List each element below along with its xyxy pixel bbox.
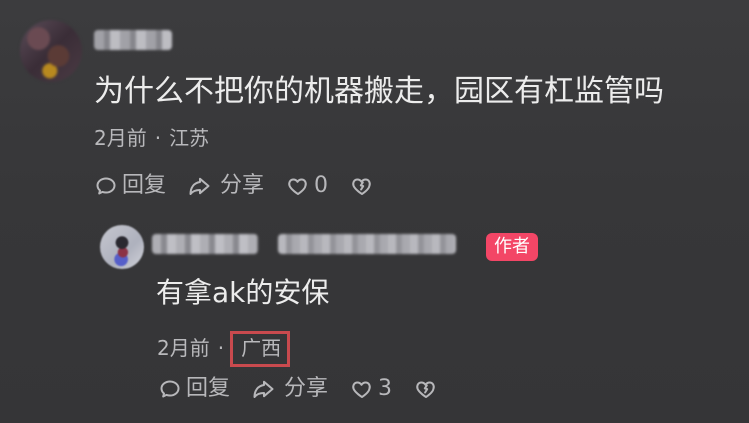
reply-share-button[interactable]: 分享 bbox=[252, 375, 328, 403]
reply-name-blurred-part-1[interactable] bbox=[152, 234, 258, 254]
reply-reply-button[interactable]: 回复 bbox=[158, 375, 230, 403]
reply-avatar[interactable] bbox=[100, 225, 144, 269]
comment-actions: 回复 分享 0 bbox=[94, 172, 374, 200]
comment-text: 为什么不把你的机器搬走，园区有杠监管吗 bbox=[94, 74, 664, 109]
comment-reply-button[interactable]: 回复 bbox=[94, 172, 166, 200]
reply-label: 回复 bbox=[186, 376, 231, 401]
reply-label: 回复 bbox=[122, 173, 167, 198]
broken-heart-icon bbox=[414, 377, 438, 401]
share-icon bbox=[252, 377, 280, 401]
broken-heart-icon bbox=[350, 174, 374, 198]
reply-text: 有拿ak的安保 bbox=[156, 276, 330, 309]
reply-dislike-button[interactable] bbox=[414, 377, 438, 401]
comment-icon bbox=[94, 174, 118, 198]
comment-like-button[interactable]: 0 bbox=[286, 172, 328, 200]
comment-meta: 2月前 · 江苏 bbox=[94, 126, 209, 150]
share-label: 分享 bbox=[220, 173, 265, 198]
comment-share-button[interactable]: 分享 bbox=[188, 172, 264, 200]
reply-like-button[interactable]: 3 bbox=[350, 375, 392, 403]
comment-icon bbox=[158, 377, 182, 401]
reply-location-highlight: 广西 bbox=[230, 331, 291, 367]
like-count: 3 bbox=[378, 376, 393, 401]
comment-time: 2月前 bbox=[94, 126, 147, 150]
reply-meta: 2月前 · 广西 bbox=[157, 331, 291, 367]
reply-actions: 回复 分享 3 bbox=[158, 375, 438, 403]
reply-time: 2月前 bbox=[157, 336, 210, 360]
reply-meta-separator: · bbox=[217, 336, 225, 360]
author-badge: 作者 bbox=[486, 233, 538, 261]
heart-icon bbox=[350, 377, 374, 401]
commenter-name-blurred[interactable] bbox=[94, 30, 172, 50]
share-icon bbox=[188, 174, 216, 198]
reply-name-blurred-part-2[interactable] bbox=[278, 234, 456, 254]
reply-location: 广西 bbox=[241, 336, 282, 360]
heart-icon bbox=[286, 174, 310, 198]
share-label: 分享 bbox=[284, 376, 329, 401]
comment-dislike-button[interactable] bbox=[350, 174, 374, 198]
commenter-avatar[interactable] bbox=[20, 20, 82, 82]
like-count: 0 bbox=[314, 173, 329, 198]
comment-location: 江苏 bbox=[169, 126, 210, 150]
comment-meta-separator: · bbox=[154, 126, 162, 150]
